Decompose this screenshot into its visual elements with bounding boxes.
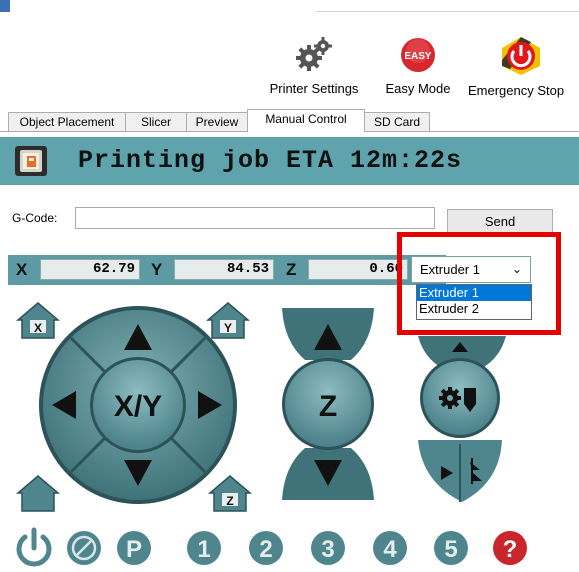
preset-3-label: 3 [321, 536, 334, 563]
preset-3-button[interactable]: 3 [311, 531, 345, 565]
send-button[interactable]: Send [447, 209, 553, 233]
preset-5-label: 5 [444, 536, 457, 563]
x-axis-label: X [16, 260, 28, 279]
printer-settings-button[interactable]: Printer Settings [258, 36, 370, 96]
preset-2-label: 2 [259, 536, 272, 563]
coordinate-bar: X 62.79 Y 84.53 Z 0.60 [8, 255, 446, 285]
extruder-dropdown-list: Extruder 1 Extruder 2 [416, 284, 532, 320]
repetier-logo-icon [15, 146, 47, 176]
z-center-label[interactable]: Z [319, 390, 337, 423]
preset-5-button[interactable]: 5 [434, 531, 468, 565]
help-icon: ? [503, 536, 518, 563]
easy-mode-label: Easy Mode [385, 81, 451, 96]
x-position-value: 62.79 [40, 259, 140, 280]
park-label: P [126, 536, 142, 563]
home-all-button[interactable] [15, 475, 61, 512]
tab-slicer[interactable]: Slicer [125, 112, 187, 132]
home-z-label: Z [226, 494, 233, 508]
preset-2-button[interactable]: 2 [249, 531, 283, 565]
status-banner: Printing job ETA 12m:22s [0, 137, 579, 185]
extruder-option-1[interactable]: Extruder 1 [417, 285, 531, 301]
z-position-value: 0.60 [308, 259, 408, 280]
home-y-button[interactable]: Y [205, 302, 251, 339]
preset-1-label: 1 [197, 536, 210, 563]
window-divider [316, 11, 579, 12]
help-button[interactable]: ? [493, 531, 527, 565]
gears-icon [296, 37, 332, 71]
printer-settings-label: Printer Settings [269, 81, 359, 96]
chevron-down-icon: ⌄ [511, 262, 522, 276]
home-x-button[interactable]: X [15, 302, 61, 339]
easy-mode-button[interactable]: EASY Easy Mode [377, 36, 459, 96]
preset-1-button[interactable]: 1 [187, 531, 221, 565]
preset-4-label: 4 [383, 536, 397, 563]
status-text: Printing job ETA 12m:22s [78, 146, 463, 175]
emergency-stop-button[interactable]: Emergency Stop [468, 36, 579, 98]
tab-sd-card[interactable]: SD Card [364, 112, 430, 132]
tab-preview[interactable]: Preview [186, 112, 248, 132]
gcode-input[interactable] [75, 207, 435, 229]
extruder-select[interactable]: Extruder 1 ⌄ [411, 256, 531, 283]
tab-manual-control[interactable]: Manual Control [247, 109, 365, 132]
z-axis-label: Z [286, 260, 297, 279]
home-z-button[interactable]: Z [207, 475, 253, 512]
extruder-option-2[interactable]: Extruder 2 [417, 301, 531, 317]
extruder-jog-pad[interactable] [418, 336, 506, 502]
window-fragment [0, 0, 10, 12]
y-axis-label: Y [151, 260, 163, 279]
manual-control-pad: X/Y Z X Y Z P 1 2 3 4 5 ? [15, 302, 527, 567]
power-button[interactable] [16, 527, 52, 567]
gcode-label: G-Code: [12, 211, 58, 225]
xy-center-label[interactable]: X/Y [114, 390, 162, 423]
tab-object-placement[interactable]: Object Placement [8, 112, 126, 132]
preset-4-button[interactable]: 4 [373, 531, 407, 565]
fan-off-button[interactable] [67, 531, 101, 565]
y-position-value: 84.53 [174, 259, 274, 280]
emergency-stop-label: Emergency Stop [468, 83, 565, 98]
easy-mode-icon: EASY [401, 38, 435, 72]
home-y-label: Y [224, 321, 232, 335]
extruder-selected-value: Extruder 1 [420, 262, 480, 277]
easy-badge-text: EASY [404, 51, 432, 62]
emergency-stop-icon [502, 37, 540, 75]
home-x-label: X [34, 321, 42, 335]
park-button[interactable]: P [117, 531, 151, 565]
